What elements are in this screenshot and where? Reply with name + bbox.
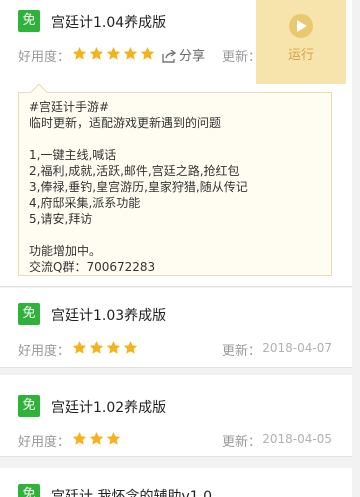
note-line: 交流Q群：700672283: [29, 260, 156, 274]
update-label: 更新：: [222, 435, 262, 450]
rating-stars: [72, 46, 157, 65]
run-label: 运行: [287, 48, 314, 63]
rating-stars: [72, 340, 140, 359]
star-icon: [89, 46, 104, 60]
rating-label: 好用度：: [18, 435, 71, 450]
script-list: 免 宫廷计1.04养成版 好用度： 分享 更新： 运行 #宫廷计手游# 临时更新…: [0, 0, 360, 497]
star-icon: [106, 431, 121, 445]
list-item[interactable]: 免 宫廷计1.03养成版 好用度： 更新： 2018-04-07: [0, 288, 360, 368]
free-badge: 免: [18, 484, 40, 497]
note-line: #宫廷计手游#: [29, 100, 110, 114]
share-label: 分享: [179, 49, 206, 64]
note-line: 功能增加中。: [29, 244, 102, 258]
item-title: 宫廷计1.04养成版: [51, 15, 167, 31]
star-icon: [106, 340, 121, 354]
run-button[interactable]: 运行: [256, 0, 346, 84]
note-line: 3,俸禄,垂钓,皇宫游历,皇家狩猎,随从传记: [29, 180, 248, 194]
item-title: 宫廷计1.03养成版: [51, 308, 167, 324]
update-date: 2018-04-05: [262, 432, 332, 446]
update-date: 2018-04-07: [262, 341, 332, 355]
star-icon: [106, 46, 121, 60]
notes-arrow: [30, 83, 48, 101]
note-line: 临时更新，适配游戏更新遇到的问题: [29, 116, 222, 130]
star-icon: [140, 46, 155, 60]
share-button[interactable]: 分享: [162, 45, 205, 64]
item-title: 宫廷计 我怀念的辅助v1.0: [51, 489, 212, 497]
note-line: [29, 131, 321, 147]
play-icon: [289, 14, 313, 38]
list-item[interactable]: 免 宫廷计1.04养成版 好用度： 分享 更新： 运行 #宫廷计手游# 临时更新…: [0, 0, 360, 287]
note-line: 2,福利,成就,活跃,邮件,宫廷之路,抢红包: [29, 164, 240, 178]
free-badge: 免: [18, 10, 40, 32]
note-line: [29, 227, 321, 243]
star-icon: [72, 431, 87, 445]
rating-label: 好用度：: [18, 50, 71, 65]
star-icon: [89, 340, 104, 354]
update-notes: #宫廷计手游# 临时更新，适配游戏更新遇到的问题 1,一键主线,喊话 2,福利,…: [18, 83, 332, 276]
update-label: 更新：: [222, 344, 262, 359]
star-icon: [72, 46, 87, 60]
rating-label: 好用度：: [18, 344, 71, 359]
note-line: 5,请安,拜访: [29, 212, 93, 226]
star-icon: [89, 431, 104, 445]
star-icon: [72, 340, 87, 354]
scrollbar[interactable]: [352, 0, 360, 497]
free-badge: 免: [18, 303, 40, 325]
note-line: 1,一键主线,喊话: [29, 148, 117, 162]
star-icon: [123, 46, 138, 60]
item-title: 宫廷计1.02养成版: [51, 400, 167, 416]
share-icon: [162, 49, 177, 63]
star-icon: [123, 340, 138, 354]
rating-stars: [72, 431, 123, 450]
note-line: 4,府邸采集,派系功能: [29, 196, 141, 210]
list-item[interactable]: 免 宫廷计1.02养成版 好用度： 更新： 2018-04-05: [0, 375, 360, 457]
free-badge: 免: [18, 395, 40, 417]
list-item[interactable]: 免 宫廷计 我怀念的辅助v1.0: [0, 468, 360, 497]
